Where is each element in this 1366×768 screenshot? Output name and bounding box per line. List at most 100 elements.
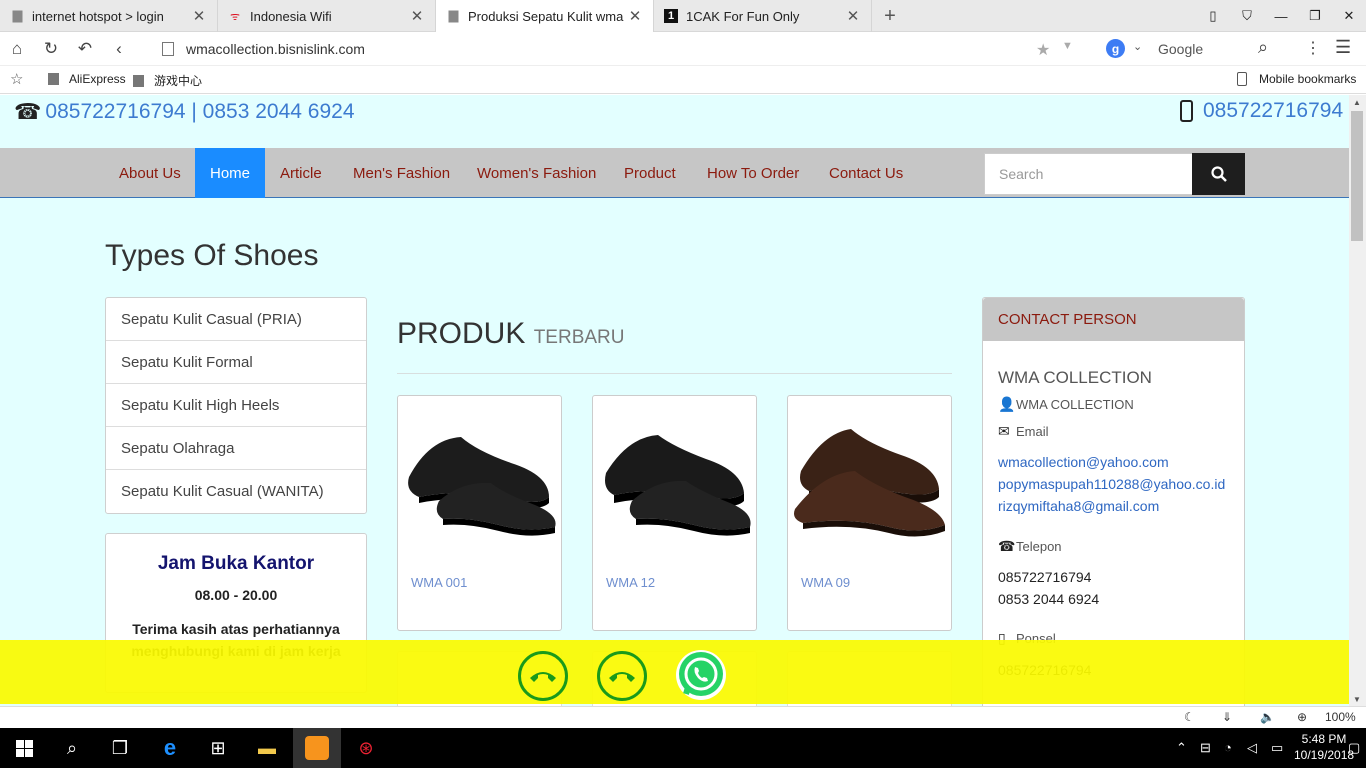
reload-icon[interactable]: ↻: [34, 32, 68, 66]
shirt-icon[interactable]: ⛉: [1230, 0, 1264, 32]
start-windows-icon[interactable]: [0, 728, 48, 768]
tab-indonesia-wifi[interactable]: ᯤ Indonesia Wifi ✕: [218, 0, 436, 32]
header-phone-right: 085722716794: [1180, 99, 1343, 123]
email-link[interactable]: wmacollection@yahoo.com: [998, 454, 1169, 470]
product-name[interactable]: WMA 001: [411, 575, 467, 590]
network-icon[interactable]: ⊟: [1200, 740, 1211, 756]
search-engine-icon[interactable]: g: [1106, 39, 1125, 58]
wifi-icon[interactable]: ◔: [1224, 740, 1232, 755]
store-icon[interactable]: ⊞: [194, 728, 242, 768]
star-outline-icon[interactable]: ☆: [10, 70, 23, 88]
close-icon[interactable]: ✕: [191, 7, 207, 25]
whatsapp-button[interactable]: [676, 650, 726, 700]
url-text: wmacollection.bisnislink.com: [186, 41, 365, 57]
tab-label: Produksi Sepatu Kulit wma co: [468, 8, 627, 24]
tab-produksi-sepatu[interactable]: Produksi Sepatu Kulit wma co ✕: [436, 0, 654, 32]
edge-icon[interactable]: e: [146, 728, 194, 768]
header-phone-left: ☎ 085722716794 | 0853 2044 6924: [14, 99, 355, 125]
night-mode-icon[interactable]: ☾: [1184, 710, 1195, 724]
product-card[interactable]: WMA 12: [592, 395, 757, 631]
category-item[interactable]: Sepatu Kulit High Heels: [106, 384, 366, 427]
product-name[interactable]: WMA 12: [606, 575, 655, 590]
scroll-up-icon[interactable]: ▲: [1353, 98, 1361, 107]
product-name[interactable]: WMA 09: [801, 575, 850, 590]
volume-icon[interactable]: ◁: [1247, 740, 1257, 756]
close-icon[interactable]: ✕: [845, 7, 861, 25]
window-close-icon[interactable]: ✕: [1332, 0, 1366, 32]
chevron-down-icon[interactable]: ⌄: [1133, 40, 1142, 53]
search-icon: [1210, 166, 1227, 182]
uc-browser-icon[interactable]: [293, 728, 341, 768]
close-icon[interactable]: ✕: [627, 7, 643, 25]
email-link[interactable]: rizqymiftaha8@gmail.com: [998, 498, 1159, 514]
nav-article[interactable]: Article: [265, 148, 337, 198]
sidebar-toggle-icon[interactable]: ▯: [1196, 0, 1230, 32]
category-item[interactable]: Sepatu Kulit Casual (PRIA): [106, 298, 366, 341]
search-icon[interactable]: ⌕: [48, 728, 96, 768]
category-item[interactable]: Sepatu Olahraga: [106, 427, 366, 470]
more-icon[interactable]: ⋮: [1305, 38, 1321, 58]
call-button[interactable]: [518, 651, 568, 701]
task-view-icon[interactable]: ❐: [96, 728, 144, 768]
notifications-icon[interactable]: ▢: [1348, 740, 1360, 756]
chevron-down-icon[interactable]: ▼: [1062, 40, 1073, 52]
nav-how-to-order[interactable]: How To Order: [692, 148, 814, 198]
category-item[interactable]: Sepatu Kulit Formal: [106, 341, 366, 384]
folder-icon: [133, 74, 144, 87]
url-field[interactable]: wmacollection.bisnislink.com: [162, 32, 365, 66]
search-button[interactable]: [1192, 153, 1245, 195]
home-icon[interactable]: ⌂: [0, 32, 34, 66]
category-item[interactable]: Sepatu Kulit Casual (WANITA): [106, 470, 366, 513]
bookmark-aliexpress[interactable]: AliExpress: [48, 72, 126, 86]
shoe-image: [605, 435, 751, 536]
close-icon[interactable]: ✕: [409, 7, 425, 25]
antivirus-icon[interactable]: ⊛: [342, 728, 390, 768]
scroll-thumb[interactable]: [1351, 111, 1363, 241]
file-explorer-icon[interactable]: ▬: [243, 728, 291, 768]
menu-icon[interactable]: ☰: [1335, 37, 1351, 58]
minimize-icon[interactable]: —: [1264, 0, 1298, 32]
volume-icon[interactable]: 🔈: [1260, 710, 1275, 724]
keyboard-icon[interactable]: ▭: [1271, 740, 1283, 756]
nav-womens-fashion[interactable]: Women's Fashion: [462, 148, 611, 198]
search-engine-name[interactable]: Google: [1158, 41, 1203, 57]
star-icon[interactable]: ★: [1036, 40, 1050, 60]
zoom-level[interactable]: 100%: [1325, 710, 1356, 724]
email-link[interactable]: popymaspupah110288@yahoo.co.id: [998, 476, 1225, 492]
search-input[interactable]: Search: [984, 153, 1193, 195]
search-icon[interactable]: ⌕: [1258, 37, 1268, 58]
nav-product[interactable]: Product: [609, 148, 691, 198]
tab-label: 1CAK For Fun Only: [686, 8, 800, 24]
download-icon[interactable]: ⇓: [1222, 710, 1232, 724]
chevron-up-icon[interactable]: ⌃: [1176, 740, 1187, 756]
nav-mens-fashion[interactable]: Men's Fashion: [338, 148, 465, 198]
scrollbar[interactable]: ▲ ▼: [1349, 95, 1366, 706]
phone-icon: [530, 672, 556, 682]
call-button[interactable]: [597, 651, 647, 701]
nav-home[interactable]: Home: [195, 148, 266, 198]
restore-icon[interactable]: ❐: [1298, 0, 1332, 32]
product-card[interactable]: WMA 001: [397, 395, 562, 631]
office-hours-title: Jam Buka Kantor: [157, 553, 315, 574]
shoe-image: [408, 437, 556, 536]
new-tab-icon[interactable]: +: [872, 0, 908, 32]
undo-icon[interactable]: ↶: [68, 32, 102, 66]
bookmark-games[interactable]: 游戏中心: [133, 72, 202, 89]
call-bar: [0, 640, 1349, 704]
system-clock[interactable]: 5:48 PM 10/19/2018: [1294, 731, 1354, 763]
tab-1cak[interactable]: 1 1CAK For Fun Only ✕: [654, 0, 872, 32]
bookmark-label: 游戏中心: [154, 74, 203, 88]
contact-phone-label: Telepon: [1016, 539, 1062, 554]
envelope-icon: ✉: [998, 423, 1010, 439]
nav-about-us[interactable]: About Us: [104, 148, 196, 198]
scroll-down-icon[interactable]: ▼: [1353, 695, 1361, 704]
zoom-icon[interactable]: ⊕: [1297, 710, 1307, 724]
browser-status-bar: ☾ ⇓ 🔈 ⊕ 100%: [0, 706, 1366, 728]
back-icon[interactable]: ‹: [102, 32, 136, 66]
tab-internet-hotspot[interactable]: internet hotspot > login ✕: [0, 0, 218, 32]
mobile-bookmarks[interactable]: Mobile bookmarks: [1237, 72, 1356, 86]
product-card[interactable]: WMA 09: [787, 395, 952, 631]
folder-icon: [48, 73, 59, 85]
nav-contact-us[interactable]: Contact Us: [814, 148, 918, 198]
products-heading: PRODUK TERBARU: [397, 317, 625, 351]
